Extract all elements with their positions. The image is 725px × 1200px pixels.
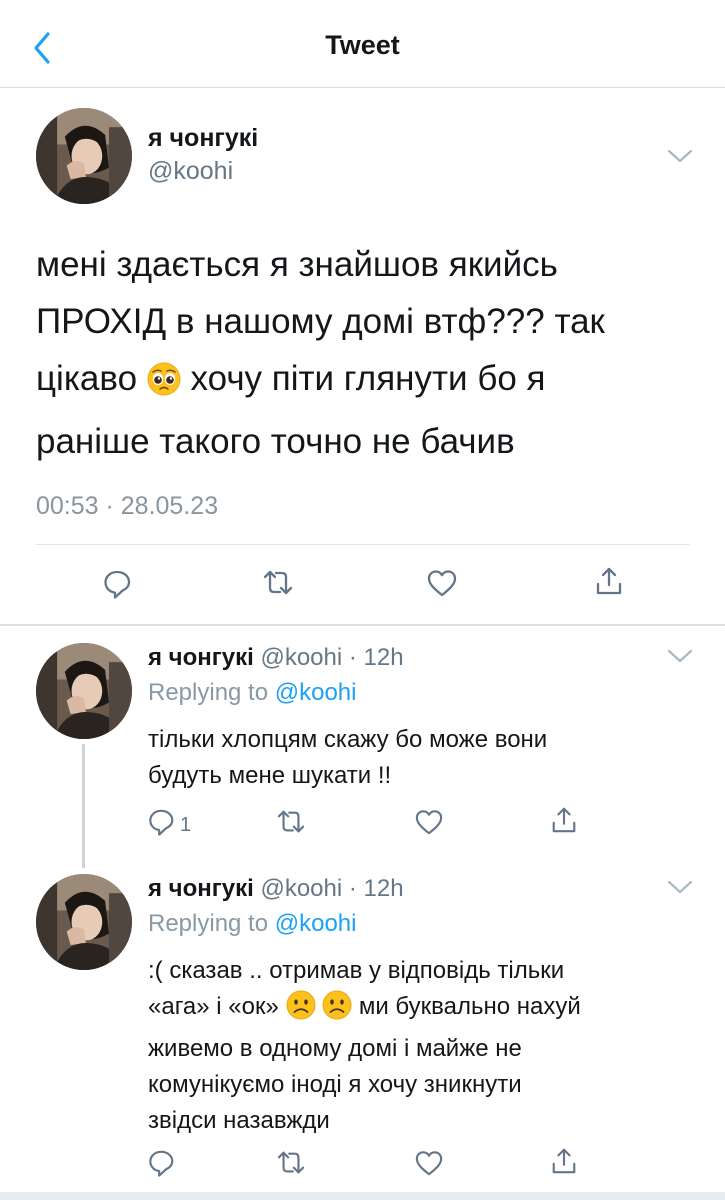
page-title: Tweet (325, 30, 400, 60)
share-icon[interactable] (594, 566, 624, 596)
reply-text-segment: «ага» і «ок» (148, 993, 279, 1020)
replying-to: Replying to @koohi (148, 910, 357, 938)
replying-to-label: Replying to (148, 910, 269, 937)
reply-text-line: :( сказав .. отримав у відповідь тільки (148, 957, 565, 984)
top-navigation-bar: Tweet (0, 0, 725, 88)
dot-separator: · (342, 644, 364, 671)
tweet-text: мені здається я знайшов якийсь ПРОХІД в … (36, 236, 696, 470)
tweet-text-segment: цікаво (36, 359, 138, 398)
pleading-face-emoji (146, 356, 181, 413)
reply-text-line: тільки хлопцям скажу бо може вони (148, 726, 548, 753)
reply-time: 12h (363, 644, 404, 671)
reply-author-handle[interactable]: @koohi (260, 644, 342, 671)
reply-text-line: будуть мене шукати !! (148, 762, 392, 789)
dot-separator: · (342, 875, 364, 902)
replying-to-handle[interactable]: @koohi (275, 679, 357, 706)
reply-header: я чонгукі @koohi · 12h (148, 644, 404, 672)
like-icon[interactable] (427, 568, 457, 598)
reply-time: 12h (363, 875, 404, 902)
replying-to-label: Replying to (148, 679, 269, 706)
divider (0, 624, 725, 626)
thread-connector-line (82, 744, 85, 868)
retweet-icon[interactable] (276, 1149, 306, 1177)
share-icon[interactable] (550, 1147, 578, 1175)
avatar[interactable] (36, 643, 132, 739)
reply-text-line: живемо в одному домі і майже не (148, 1035, 522, 1062)
chevron-down-icon[interactable] (667, 148, 693, 166)
replying-to-handle[interactable]: @koohi (275, 910, 357, 937)
reply-text-line: «ага» і «ок» ми буквально нахуй (148, 989, 678, 1031)
reply-author-name[interactable]: я чонгукі (148, 644, 254, 671)
slightly-frowning-face-emoji (285, 990, 316, 1031)
tweet-text-segment: хочу піти глянути бо я (190, 359, 546, 398)
chevron-down-icon[interactable] (667, 648, 693, 666)
reply-author-handle[interactable]: @koohi (260, 875, 342, 902)
tweet-text-line: цікаво хочу піти глянути бо я (36, 350, 696, 413)
reply-icon[interactable] (103, 568, 133, 600)
retweet-icon[interactable] (262, 568, 294, 598)
reply-text-line: звідси назавжди (148, 1107, 330, 1134)
avatar[interactable] (36, 108, 132, 204)
reply-icon[interactable] (148, 807, 176, 837)
replying-to: Replying to @koohi (148, 679, 357, 707)
reply-header: я чонгукі @koohi · 12h (148, 875, 404, 903)
reply-count: 1 (180, 814, 192, 836)
share-icon[interactable] (550, 806, 578, 834)
tweet-timestamp: 00:53 · 28.05.23 (36, 492, 219, 520)
bottom-divider (0, 1192, 725, 1200)
like-icon[interactable] (415, 808, 443, 836)
tweet-text-line: мені здається я знайшов якийсь (36, 245, 558, 284)
reply-text-line: комунікуємо іноді я хочу зникнути (148, 1071, 522, 1098)
retweet-icon[interactable] (276, 808, 306, 836)
author-name[interactable]: я чонгукі (148, 124, 258, 153)
reply-text: :( сказав .. отримав у відповідь тільки … (148, 953, 678, 1139)
reply-author-name[interactable]: я чонгукі (148, 875, 254, 902)
divider (36, 544, 690, 545)
avatar[interactable] (36, 874, 132, 970)
slightly-frowning-face-emoji (322, 990, 353, 1031)
tweet-text-line: раніше такого точно не бачив (36, 422, 515, 461)
chevron-down-icon[interactable] (667, 879, 693, 897)
reply-text-segment: ми буквально нахуй (358, 993, 581, 1020)
author-handle[interactable]: @koohi (148, 157, 233, 186)
tweet-text-line: ПРОХІД в нашому домі втф??? так (36, 302, 605, 341)
like-icon[interactable] (415, 1149, 443, 1177)
reply-text: тільки хлопцям скажу бо може вони будуть… (148, 722, 678, 794)
reply-icon[interactable] (148, 1148, 176, 1178)
